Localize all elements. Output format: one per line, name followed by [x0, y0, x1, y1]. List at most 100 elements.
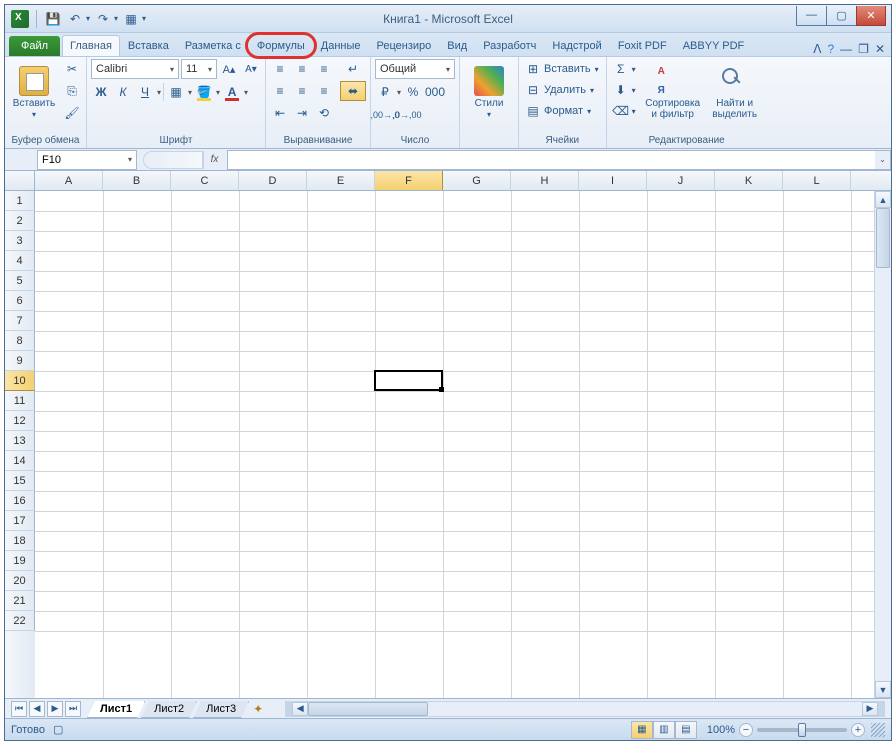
select-all-corner[interactable] — [5, 171, 35, 190]
row-header[interactable]: 9 — [5, 351, 35, 371]
ribbon-tab-3[interactable]: Формулы — [249, 35, 313, 56]
formula-input[interactable] — [227, 150, 875, 170]
ribbon-tab-7[interactable]: Разработч — [475, 35, 544, 56]
doc-minimize-icon[interactable]: ― — [840, 42, 852, 56]
row-header[interactable]: 15 — [5, 471, 35, 491]
col-header[interactable]: L — [783, 171, 851, 190]
borders-icon[interactable]: ▦ — [166, 82, 186, 102]
ribbon-tab-6[interactable]: Вид — [439, 35, 475, 56]
row-header[interactable]: 2 — [5, 211, 35, 231]
col-header[interactable]: G — [443, 171, 511, 190]
active-cell[interactable] — [374, 370, 443, 391]
currency-icon[interactable]: ₽ — [375, 82, 395, 102]
cells-area[interactable] — [35, 191, 891, 698]
formula-expand-icon[interactable]: ⌄ — [875, 150, 891, 170]
fx-button[interactable]: fx — [203, 151, 225, 169]
col-header[interactable]: E — [307, 171, 375, 190]
paste-button[interactable]: Вставить ▾ — [9, 59, 59, 127]
col-header[interactable]: B — [103, 171, 171, 190]
qat-customize-icon[interactable]: ▾ — [142, 14, 146, 23]
delete-cells-button[interactable]: ⊟Удалить ▾ — [523, 80, 597, 100]
clear-button[interactable]: ⌫▾ — [611, 101, 639, 121]
scroll-down-icon[interactable]: ▼ — [875, 681, 891, 698]
normal-view-icon[interactable]: ▦ — [631, 721, 653, 739]
row-header[interactable]: 1 — [5, 191, 35, 211]
page-layout-view-icon[interactable]: ▥ — [653, 721, 675, 739]
name-box[interactable]: F10▾ — [37, 150, 137, 170]
decrease-indent-icon[interactable]: ⇤ — [270, 103, 290, 123]
increase-indent-icon[interactable]: ⇥ — [292, 103, 312, 123]
excel-logo-icon[interactable] — [11, 10, 29, 28]
zoom-level[interactable]: 100% — [707, 724, 735, 736]
row-header[interactable]: 16 — [5, 491, 35, 511]
vscroll-thumb[interactable] — [876, 208, 890, 268]
zoom-out-button[interactable]: − — [739, 723, 753, 737]
undo-icon[interactable]: ↶ — [66, 10, 84, 28]
ribbon-tab-4[interactable]: Данные — [313, 35, 369, 56]
col-header[interactable]: A — [35, 171, 103, 190]
col-header[interactable]: D — [239, 171, 307, 190]
ribbon-tab-1[interactable]: Вставка — [120, 35, 177, 56]
resize-grip[interactable] — [871, 723, 885, 737]
row-header[interactable]: 21 — [5, 591, 35, 611]
macro-record-icon[interactable]: ▢ — [53, 723, 63, 736]
zoom-slider[interactable] — [757, 728, 847, 732]
underline-icon[interactable]: Ч — [135, 82, 155, 102]
redo-icon[interactable]: ↷ — [94, 10, 112, 28]
ribbon-tab-10[interactable]: ABBYY PDF — [675, 35, 753, 56]
orientation-icon[interactable]: ⟲ — [314, 103, 334, 123]
decrease-decimal-icon[interactable]: ,0→,00 — [397, 105, 417, 125]
fill-button[interactable]: ⬇▾ — [611, 80, 639, 100]
bold-icon[interactable]: Ж — [91, 82, 111, 102]
font-name-combo[interactable]: Calibri▾ — [91, 59, 179, 79]
row-header[interactable]: 7 — [5, 311, 35, 331]
minimize-button[interactable]: ― — [796, 6, 826, 26]
col-header[interactable]: C — [171, 171, 239, 190]
help-icon[interactable]: ? — [827, 42, 834, 56]
zoom-in-button[interactable]: + — [851, 723, 865, 737]
font-color-icon[interactable]: А — [222, 82, 242, 102]
merge-center-icon[interactable]: ⬌ — [340, 81, 366, 101]
row-header[interactable]: 19 — [5, 551, 35, 571]
minimize-ribbon-icon[interactable]: ᐱ — [813, 42, 821, 56]
ribbon-tab-8[interactable]: Надстрой — [544, 35, 609, 56]
col-header[interactable]: K — [715, 171, 783, 190]
row-header[interactable]: 8 — [5, 331, 35, 351]
align-left-icon[interactable]: ≡ — [270, 81, 290, 101]
row-header[interactable]: 5 — [5, 271, 35, 291]
hscroll-thumb[interactable] — [308, 702, 428, 716]
align-middle-icon[interactable]: ≡ — [292, 59, 312, 79]
align-center-icon[interactable]: ≡ — [292, 81, 312, 101]
row-header[interactable]: 11 — [5, 391, 35, 411]
cut-icon[interactable]: ✂ — [62, 59, 82, 79]
align-right-icon[interactable]: ≡ — [314, 81, 334, 101]
ribbon-tab-5[interactable]: Рецензиро — [369, 35, 440, 56]
align-top-icon[interactable]: ≡ — [270, 59, 290, 79]
ribbon-tab-9[interactable]: Foxit PDF — [610, 35, 675, 56]
insert-cells-button[interactable]: ⊞Вставить ▾ — [523, 59, 602, 79]
col-header[interactable]: F — [375, 171, 443, 190]
maximize-button[interactable]: ▢ — [826, 6, 856, 26]
ribbon-tab-0[interactable]: Главная — [62, 35, 120, 56]
align-bottom-icon[interactable]: ≡ — [314, 59, 334, 79]
qat-extra-icon[interactable]: ▦ — [122, 10, 140, 28]
row-header[interactable]: 10 — [5, 371, 35, 391]
page-break-view-icon[interactable]: ▤ — [675, 721, 697, 739]
row-header[interactable]: 14 — [5, 451, 35, 471]
col-header[interactable]: H — [511, 171, 579, 190]
vertical-scrollbar[interactable]: ▲ ▼ — [874, 191, 891, 698]
sheet-tab[interactable]: Лист1 — [87, 701, 145, 718]
autosum-button[interactable]: Σ▾ — [611, 59, 639, 79]
sheet-nav-first-icon[interactable]: ⏮ — [11, 701, 27, 717]
sheet-tab[interactable]: Лист2 — [141, 701, 197, 718]
fill-color-icon[interactable]: 🪣 — [194, 82, 214, 102]
sheet-nav-last-icon[interactable]: ⏭ — [65, 701, 81, 717]
row-header[interactable]: 12 — [5, 411, 35, 431]
col-header[interactable]: J — [647, 171, 715, 190]
sheet-nav-next-icon[interactable]: ▶ — [47, 701, 63, 717]
scroll-left-icon[interactable]: ◀ — [292, 702, 308, 716]
close-button[interactable]: ✕ — [856, 6, 886, 26]
increase-font-icon[interactable]: A▴ — [219, 59, 239, 79]
sheet-nav-prev-icon[interactable]: ◀ — [29, 701, 45, 717]
styles-button[interactable]: Стили ▾ — [464, 59, 514, 127]
